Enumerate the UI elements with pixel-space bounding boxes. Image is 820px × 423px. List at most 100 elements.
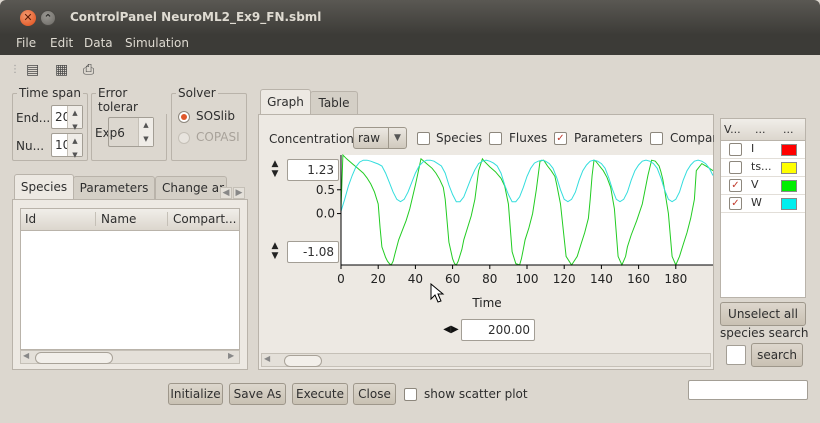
- save-as-button[interactable]: Save As: [229, 383, 286, 405]
- open-icon[interactable]: ▤: [26, 63, 40, 77]
- legend-color-swatch[interactable]: [781, 180, 797, 192]
- legend-visible-checkbox[interactable]: [729, 143, 742, 156]
- x-tick-label: 100: [516, 272, 539, 286]
- x-max-field[interactable]: 200.00: [461, 319, 535, 341]
- scroll-left-icon[interactable]: ◀: [23, 351, 29, 360]
- species-table[interactable]: Id Name Compart...: [20, 208, 240, 350]
- show-scatter-checkbox[interactable]: [404, 388, 417, 401]
- tab-species[interactable]: Species: [14, 174, 74, 201]
- concentration-label: Concentration: [269, 132, 354, 146]
- species-tab-panel: Id Name Compart... ◀ ▶: [12, 199, 248, 370]
- title-bar: ✕ ⌃ ControlPanel NeuroML2_Ex9_FN.sbml: [0, 0, 820, 35]
- save-icon[interactable]: ▦: [55, 63, 69, 77]
- end-time-label: End...: [16, 111, 51, 125]
- end-time-field[interactable]: 20 ▲ ▼: [51, 105, 83, 131]
- tab-graph[interactable]: Graph: [260, 89, 311, 116]
- filter-parameters-label: Parameters: [574, 131, 643, 145]
- menu-file[interactable]: File: [16, 36, 36, 50]
- filter-fluxes-label: Fluxes: [509, 131, 548, 145]
- legend-color-swatch[interactable]: [781, 144, 797, 156]
- filter-fluxes-checkbox[interactable]: [489, 132, 502, 145]
- column-compartment[interactable]: Compart...: [173, 212, 237, 226]
- x-tick-label: 140: [590, 272, 613, 286]
- legend-row[interactable]: I: [721, 141, 805, 159]
- tab-scroll-left-icon[interactable]: ◀: [220, 187, 232, 199]
- x-axis-label: Time: [471, 296, 501, 310]
- error-tolerance-group: Error tolerar Exp6 ▲ ▼: [91, 86, 170, 161]
- window-minimize-button[interactable]: ⌃: [40, 10, 56, 26]
- legend-series-name: I: [751, 142, 755, 155]
- solver-group: Solver SOSlib COPASI: [171, 86, 247, 161]
- species-search-label: species search: [720, 326, 809, 340]
- legend-color-swatch[interactable]: [781, 162, 797, 174]
- legend-row[interactable]: ✓ V: [721, 177, 805, 195]
- filter-compartments-checkbox[interactable]: [650, 132, 663, 145]
- legend-col-color[interactable]: ...: [783, 123, 794, 136]
- legend-row[interactable]: ✓ W: [721, 195, 805, 213]
- x-tick-label: 120: [553, 272, 576, 286]
- concentration-mode-select[interactable]: raw ▼: [353, 127, 407, 149]
- close-button[interactable]: Close: [353, 383, 396, 405]
- mouse-cursor-icon: [430, 283, 445, 303]
- toolbar: ⋮ ▤ ▦ ⎙: [10, 58, 810, 84]
- error-tolerance-title: Error tolerar: [96, 86, 170, 114]
- initialize-button[interactable]: Initialize: [168, 383, 223, 405]
- legend-color-swatch[interactable]: [781, 198, 797, 210]
- solver-option-soslib: SOSlib: [196, 109, 235, 123]
- tab-scroll-right-icon[interactable]: ▶: [233, 187, 245, 199]
- y-tick-label: 0.5: [316, 183, 335, 197]
- legend-table[interactable]: V... ... ... Its... ✓ V ✓ W: [720, 118, 806, 298]
- execute-button[interactable]: Execute: [292, 383, 348, 405]
- x-tick-label: 40: [408, 272, 423, 286]
- column-id[interactable]: Id: [25, 212, 96, 226]
- unselect-all-button[interactable]: Unselect all: [720, 302, 806, 326]
- tab-change-amounts[interactable]: Change ar: [155, 176, 227, 201]
- species-table-header: Id Name Compart...: [21, 209, 239, 231]
- scroll-left-icon[interactable]: ◀: [264, 354, 270, 363]
- species-scroll-thumb[interactable]: [35, 352, 113, 364]
- legend-series-name: V: [751, 178, 759, 191]
- legend-row[interactable]: ts...: [721, 159, 805, 177]
- tab-table[interactable]: Table: [310, 91, 358, 116]
- menu-data[interactable]: Data: [84, 36, 113, 50]
- window-close-button[interactable]: ✕: [20, 10, 36, 26]
- column-name[interactable]: Name: [101, 212, 168, 226]
- x-max-stepper[interactable]: ◀▶: [441, 319, 461, 341]
- species-hscrollbar[interactable]: ◀ ▶: [20, 350, 240, 364]
- legend-series-name: ts...: [751, 160, 772, 173]
- error-tolerance-field[interactable]: ▲ ▼: [108, 117, 154, 147]
- solver-title: Solver: [176, 86, 218, 100]
- legend-visible-checkbox[interactable]: ✓: [729, 179, 742, 192]
- filter-species-checkbox[interactable]: [417, 132, 430, 145]
- legend-visible-checkbox[interactable]: ✓: [729, 197, 742, 210]
- time-span-title: Time span: [17, 86, 84, 100]
- menu-edit[interactable]: Edit: [50, 36, 73, 50]
- legend-series-name: W: [751, 196, 762, 209]
- print-icon[interactable]: ⎙: [83, 63, 97, 77]
- graph-hscrollbar[interactable]: ◀: [261, 353, 711, 367]
- filter-parameters-checkbox[interactable]: ✓: [554, 132, 567, 145]
- solver-radio-copasi: [178, 132, 190, 144]
- time-span-group: Time span End... 20 ▲ ▼ Nu... 10 ▲ ▼: [12, 86, 88, 161]
- legend-visible-checkbox[interactable]: [729, 161, 742, 174]
- legend-col-visible[interactable]: V...: [724, 123, 746, 136]
- filter-compartments-label: Compar: [670, 131, 714, 145]
- graph-scroll-thumb[interactable]: [284, 355, 322, 367]
- chevron-down-icon: ▼: [388, 128, 406, 148]
- search-button[interactable]: search: [751, 343, 803, 367]
- num-steps-spinner[interactable]: ▲ ▼: [67, 134, 82, 159]
- legend-col-name[interactable]: ...: [755, 123, 766, 136]
- tab-parameters[interactable]: Parameters: [73, 176, 155, 201]
- num-steps-label: Nu...: [16, 139, 45, 153]
- y-tick-label: 0.0: [316, 207, 335, 221]
- menu-simulation[interactable]: Simulation: [125, 36, 189, 50]
- scroll-right-icon[interactable]: ▶: [228, 351, 234, 360]
- num-steps-field[interactable]: 10 ▲ ▼: [51, 133, 83, 159]
- x-tick-label: 160: [627, 272, 650, 286]
- solver-radio-soslib[interactable]: [178, 111, 190, 123]
- error-tolerance-spinner[interactable]: ▲ ▼: [138, 118, 153, 146]
- x-tick-label: 0: [337, 272, 345, 286]
- end-time-spinner[interactable]: ▲ ▼: [67, 106, 82, 131]
- x-tick-label: 180: [664, 272, 687, 286]
- species-search-input[interactable]: [726, 345, 746, 365]
